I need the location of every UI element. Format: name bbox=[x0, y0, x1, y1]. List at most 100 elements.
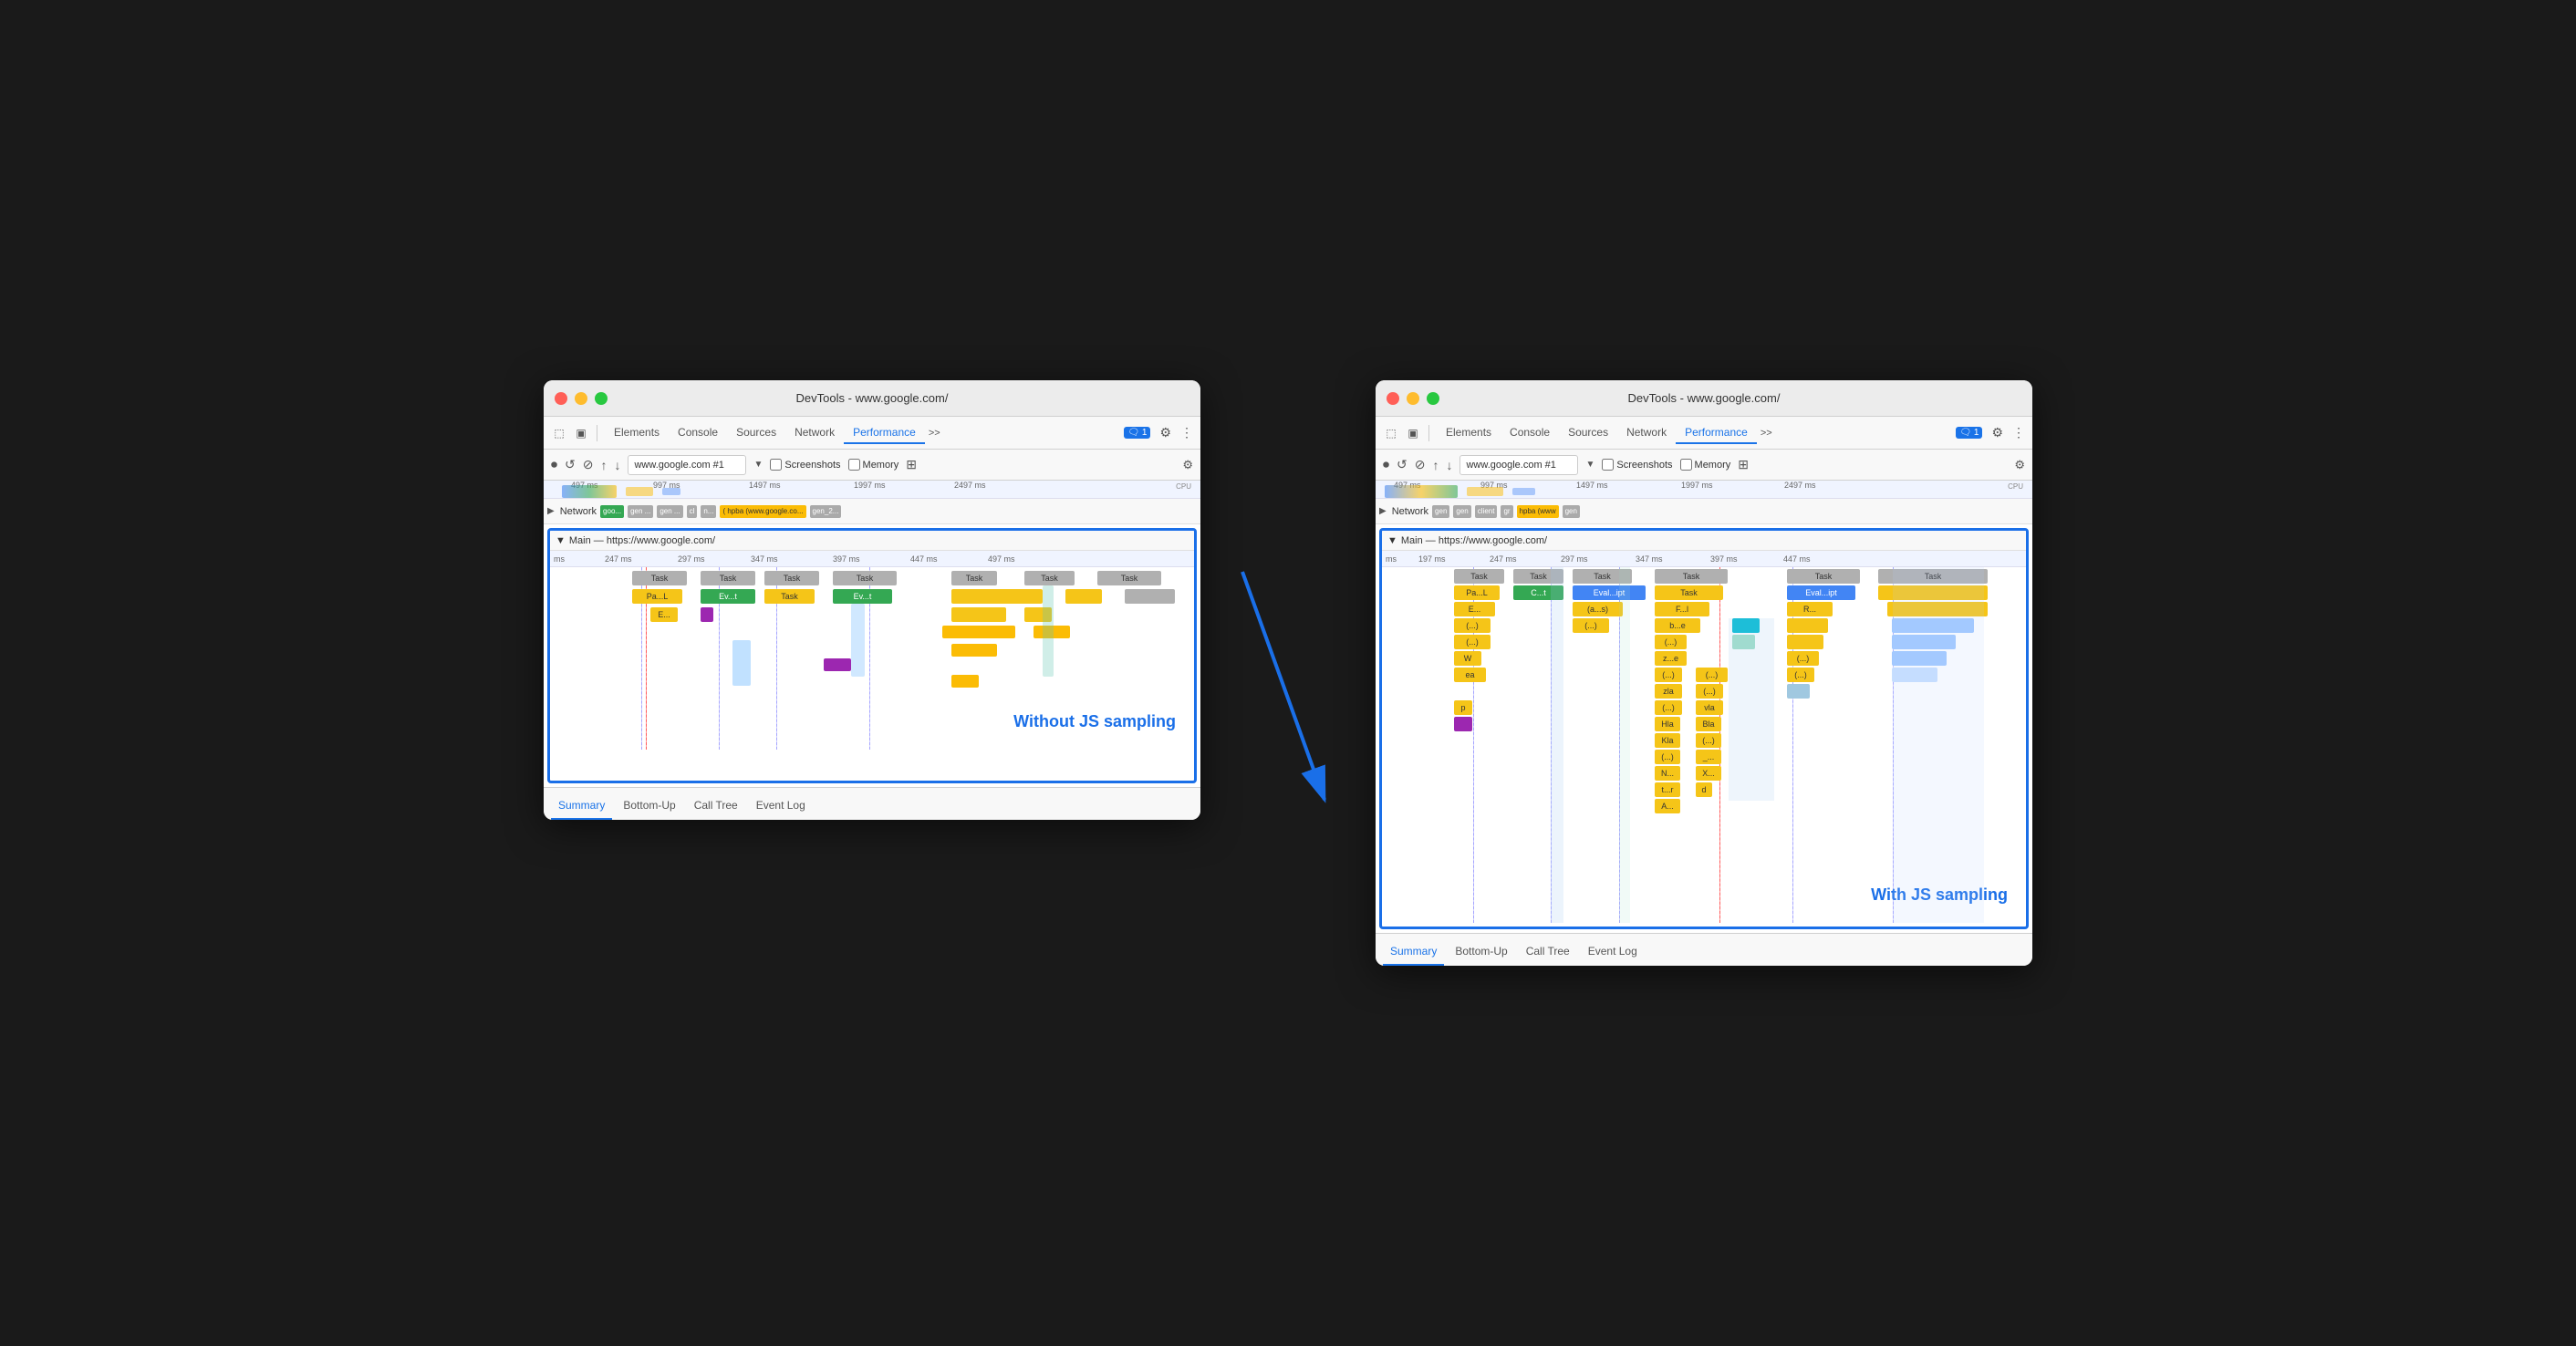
right-settings-icon[interactable]: ⚙ bbox=[1991, 425, 2003, 440]
right-a-dots: A... bbox=[1655, 799, 1680, 813]
right-tab-bottom-up[interactable]: Bottom-Up bbox=[1448, 938, 1514, 966]
right-tab-sources[interactable]: Sources bbox=[1559, 422, 1617, 444]
block-yellow-4 bbox=[942, 626, 1015, 638]
task-ev1: Ev...t bbox=[701, 589, 755, 604]
left-tab-call-tree[interactable]: Call Tree bbox=[687, 792, 745, 820]
reload-icon[interactable]: ↺ bbox=[565, 457, 576, 472]
right-tab-performance[interactable]: Performance bbox=[1676, 422, 1757, 444]
tab-console[interactable]: Console bbox=[669, 422, 727, 444]
tab-elements[interactable]: Elements bbox=[605, 422, 669, 444]
left-window-title: DevTools - www.google.com/ bbox=[796, 391, 949, 405]
right-teal-band-2 bbox=[1619, 567, 1630, 923]
more-options-icon[interactable]: ⋮ bbox=[1180, 425, 1193, 440]
right-paren-r8: (...) bbox=[1696, 684, 1723, 699]
right-main-collapse-icon[interactable]: ▼ bbox=[1387, 535, 1397, 546]
right-cursor-icon[interactable]: ⬚ bbox=[1383, 425, 1399, 441]
right-ruler-297: 297 ms bbox=[1561, 554, 1588, 564]
right-devtools-window: DevTools - www.google.com/ ⬚ ▣ Elements … bbox=[1376, 380, 2032, 966]
right-network-label: Network bbox=[1392, 506, 1428, 517]
issues-badge[interactable]: 🗨 1 bbox=[1124, 427, 1150, 439]
left-toolbar-tabs: Elements Console Sources Network Perform… bbox=[605, 422, 1118, 444]
memory-checkbox[interactable]: Memory bbox=[848, 459, 899, 471]
net-chip-5: ( hpba (www.google.co... bbox=[720, 505, 805, 518]
memory-icon[interactable]: ⊞ bbox=[906, 457, 917, 472]
capture-settings-icon[interactable]: ⚙ bbox=[1182, 458, 1193, 472]
tasks-row1: Task Task Task Task Task Task Task bbox=[559, 571, 1185, 585]
screenshots-checkbox[interactable]: Screenshots bbox=[770, 459, 840, 471]
right-tab-console[interactable]: Console bbox=[1501, 422, 1559, 444]
right-paren-r7a: (...) bbox=[1655, 668, 1682, 682]
task-yellow-3 bbox=[951, 607, 1006, 622]
right-network-expand-icon[interactable]: ▶ bbox=[1379, 506, 1387, 516]
right-memory-checkbox[interactable]: Memory bbox=[1680, 459, 1731, 471]
right-task-4: Task bbox=[1655, 569, 1728, 584]
right-url-dropdown-icon[interactable]: ▼ bbox=[1585, 460, 1594, 470]
right-download-icon[interactable]: ↓ bbox=[1446, 458, 1452, 472]
minimize-button[interactable] bbox=[575, 392, 587, 405]
upload-icon[interactable]: ↑ bbox=[600, 458, 607, 472]
ruler-ms-label: ms bbox=[554, 554, 565, 564]
right-ea: ea bbox=[1454, 668, 1486, 682]
more-tabs[interactable]: >> bbox=[925, 426, 944, 440]
main-collapse-icon[interactable]: ▼ bbox=[556, 535, 566, 546]
tab-sources[interactable]: Sources bbox=[727, 422, 785, 444]
right-maximize-button[interactable] bbox=[1427, 392, 1439, 405]
right-tab-network[interactable]: Network bbox=[1617, 422, 1676, 444]
ruler-347: 347 ms bbox=[751, 554, 778, 564]
right-net-chip-4: hpba (www bbox=[1517, 505, 1559, 518]
right-close-button[interactable] bbox=[1387, 392, 1399, 405]
close-button[interactable] bbox=[555, 392, 567, 405]
settings-icon[interactable]: ⚙ bbox=[1159, 425, 1171, 440]
right-tab-event-log[interactable]: Event Log bbox=[1581, 938, 1645, 966]
right-screenshots-checkbox[interactable]: Screenshots bbox=[1602, 459, 1672, 471]
device-icon[interactable]: ▣ bbox=[573, 425, 589, 441]
network-expand-icon[interactable]: ▶ bbox=[547, 506, 555, 516]
download-icon[interactable]: ↓ bbox=[614, 458, 620, 472]
right-teal-r8 bbox=[1787, 684, 1810, 699]
comparison-arrow bbox=[1233, 563, 1343, 836]
task-1-6: Task bbox=[1024, 571, 1075, 585]
clear-icon[interactable]: ⊘ bbox=[583, 457, 594, 472]
right-toolbar-tabs: Elements Console Sources Network Perform… bbox=[1437, 422, 1950, 444]
right-upload-icon[interactable]: ↑ bbox=[1432, 458, 1439, 472]
right-top-ruler: 497 ms 997 ms 1497 ms 1997 ms 2497 ms CP… bbox=[1376, 481, 2032, 499]
left-tab-event-log[interactable]: Event Log bbox=[749, 792, 813, 820]
block-yellow-5 bbox=[951, 644, 997, 657]
right-reload-icon[interactable]: ↺ bbox=[1397, 457, 1407, 472]
right-memory-icon[interactable]: ⊞ bbox=[1738, 457, 1749, 472]
right-minimize-button[interactable] bbox=[1407, 392, 1419, 405]
right-ruler-447: 447 ms bbox=[1783, 554, 1811, 564]
tab-network[interactable]: Network bbox=[785, 422, 844, 444]
right-more-tabs[interactable]: >> bbox=[1757, 426, 1776, 440]
right-capture-settings-icon[interactable]: ⚙ bbox=[2014, 458, 2025, 472]
left-toolbar: ⬚ ▣ Elements Console Sources Network Per… bbox=[544, 417, 1200, 450]
right-clear-icon[interactable]: ⊘ bbox=[1415, 457, 1426, 472]
left-url-bar-row: ⏺ ↺ ⊘ ↑ ↓ ▼ Screenshots Memory ⊞ ⚙ bbox=[544, 450, 1200, 481]
left-main-section: ▼ Main — https://www.google.com/ ms 247 … bbox=[547, 528, 1197, 783]
task-pa: Pa...L bbox=[632, 589, 682, 604]
tab-performance[interactable]: Performance bbox=[844, 422, 925, 444]
right-issues-badge[interactable]: 🗨 1 bbox=[1956, 427, 1982, 439]
right-more-options-icon[interactable]: ⋮ bbox=[2012, 425, 2025, 440]
cursor-icon[interactable]: ⬚ bbox=[551, 425, 567, 441]
right-tab-call-tree[interactable]: Call Tree bbox=[1519, 938, 1577, 966]
left-flame-chart: Task Task Task Task Task Task Task Pa...… bbox=[550, 567, 1194, 750]
url-dropdown-icon[interactable]: ▼ bbox=[753, 460, 763, 470]
left-tab-summary[interactable]: Summary bbox=[551, 792, 612, 820]
right-blue-band-3 bbox=[1729, 618, 1774, 801]
url-input[interactable] bbox=[628, 455, 746, 475]
net-chip-6: gen_2... bbox=[810, 505, 842, 518]
maximize-button[interactable] bbox=[595, 392, 608, 405]
right-tab-elements[interactable]: Elements bbox=[1437, 422, 1501, 444]
right-url-input[interactable] bbox=[1459, 455, 1578, 475]
right-record-icon[interactable]: ⏺ bbox=[1383, 457, 1389, 472]
right-blue-band-4 bbox=[1893, 567, 1984, 923]
left-tab-bottom-up[interactable]: Bottom-Up bbox=[616, 792, 682, 820]
right-device-icon[interactable]: ▣ bbox=[1405, 425, 1421, 441]
block-blue-vert bbox=[732, 640, 751, 686]
record-icon[interactable]: ⏺ bbox=[551, 457, 557, 472]
right-toolbar-sep bbox=[1428, 425, 1429, 441]
right-f-row3: F...l bbox=[1655, 602, 1709, 616]
right-tab-summary[interactable]: Summary bbox=[1383, 938, 1444, 966]
right-yellow-r4 bbox=[1787, 618, 1828, 633]
